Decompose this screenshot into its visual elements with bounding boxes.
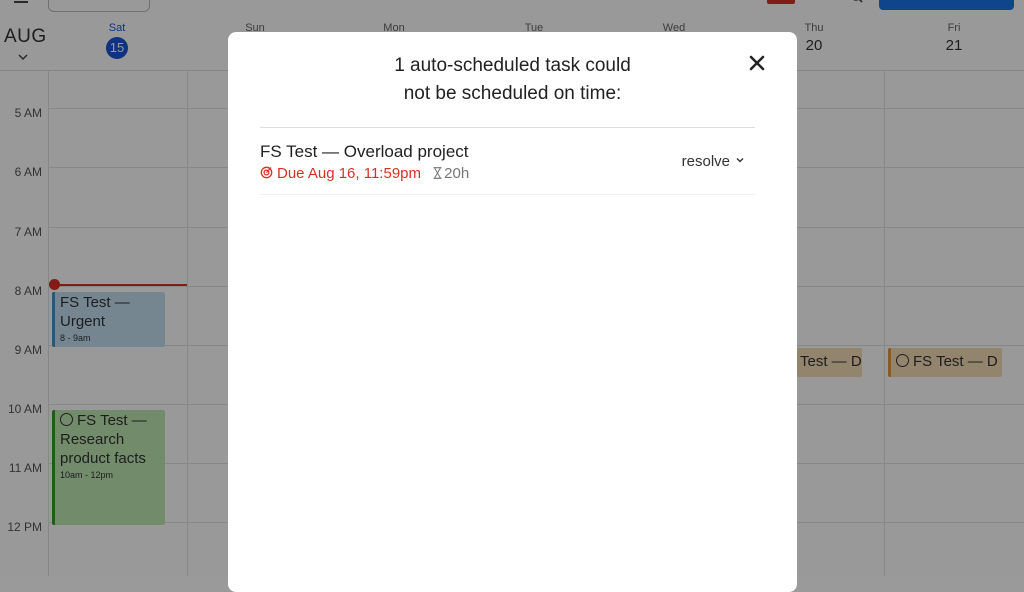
task-row: FS Test — Overload project Due Aug 16, 1…	[260, 128, 755, 195]
due-date: Due Aug 16, 11:59pm	[260, 165, 425, 182]
task-name[interactable]: FS Test — Overload project	[260, 142, 469, 162]
task-meta: Due Aug 16, 11:59pm 20h	[260, 165, 469, 182]
dialog-title: 1 auto-scheduled task could not be sched…	[228, 52, 797, 108]
dialog-title-line: 1 auto-scheduled task could	[394, 55, 631, 76]
target-icon	[260, 166, 273, 179]
duration: 20h	[433, 165, 469, 182]
resolve-label: resolve	[681, 153, 730, 170]
chevron-down-icon	[735, 152, 745, 163]
duration-text: 20h	[444, 165, 470, 182]
unscheduled-tasks-dialog: 1 auto-scheduled task could not be sched…	[228, 32, 797, 592]
resolve-dropdown[interactable]: resolve	[682, 152, 745, 170]
hourglass-icon	[433, 166, 442, 179]
dialog-title-line: not be scheduled on time:	[403, 83, 622, 104]
close-icon[interactable]	[746, 52, 768, 74]
due-text: Due Aug 16, 11:59pm	[277, 165, 421, 182]
